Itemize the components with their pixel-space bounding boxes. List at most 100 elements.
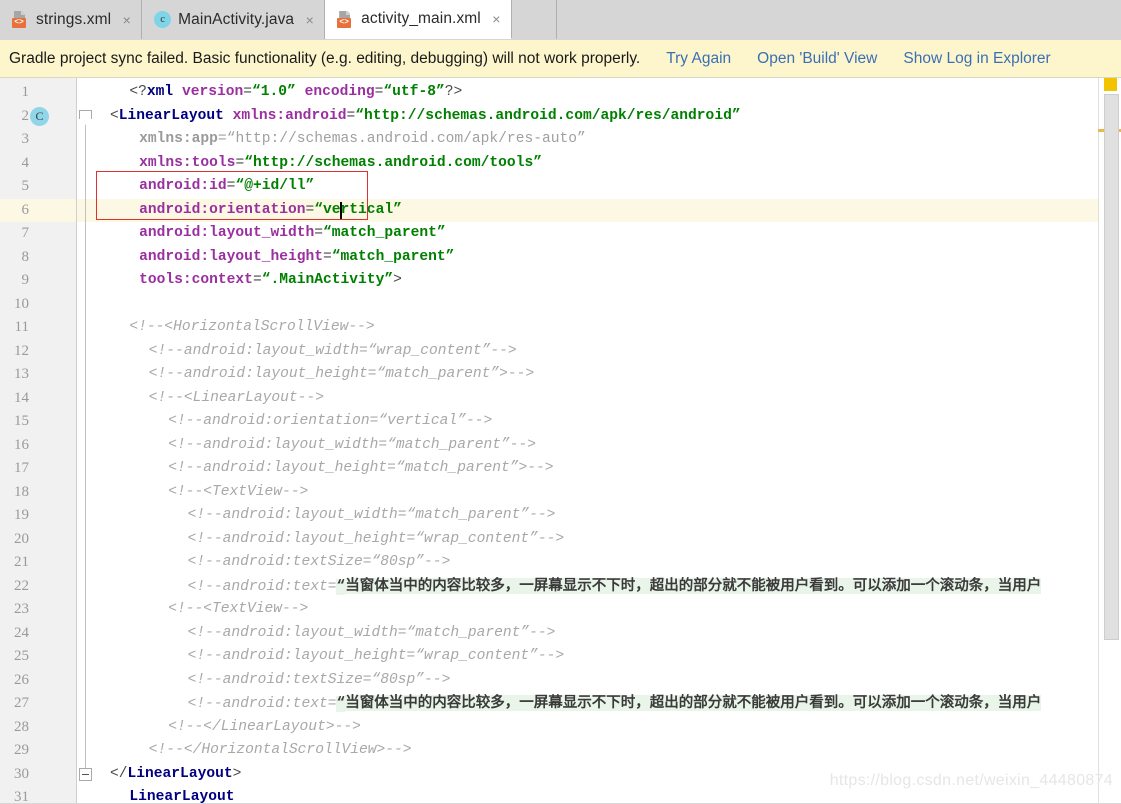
code-token: <!--</HorizontalScrollView>--> — [148, 742, 412, 758]
code-token: </ — [110, 765, 128, 782]
line-number: 7 — [21, 225, 30, 241]
code-line[interactable]: android:layout_height=“match_parent” — [139, 246, 454, 270]
line-number: 13 — [14, 366, 29, 382]
line-number: 25 — [14, 648, 29, 664]
java-class-icon: c — [154, 11, 172, 28]
code-line[interactable]: <LinearLayout xmlns:android=“http://sche… — [110, 105, 741, 129]
xml-file-icon: <> — [337, 10, 354, 28]
code-line[interactable]: <!--android:layout_height=“wrap_content”… — [188, 645, 565, 669]
code-token: “@+id/ll” — [235, 178, 315, 194]
tab-strings-xml[interactable]: <> strings.xml × — [0, 0, 143, 39]
code-line[interactable]: <!--android:layout_width=“match_parent”-… — [168, 434, 536, 458]
code-token: “ — [336, 696, 346, 712]
code-token: “.MainActivity” — [261, 272, 394, 288]
line-number: 16 — [14, 436, 29, 453]
code-token: <!--android:textSize=“80sp”--> — [187, 671, 451, 688]
code-line[interactable]: </LinearLayout> — [110, 763, 241, 787]
code-token: LinearLayout — [118, 107, 224, 124]
code-token: android:layout_width — [139, 225, 315, 241]
line-number: 11 — [14, 319, 29, 335]
tab-activity-main-xml[interactable]: <> activity_main.xml × — [325, 0, 512, 39]
code-line[interactable]: <!--android:text=“当窗体当中的内容比较多，一屏幕显示不下时，超… — [188, 575, 1042, 599]
close-icon[interactable]: × — [491, 12, 502, 26]
code-token: = — [235, 154, 245, 171]
code-token: <!--<LinearLayout--> — [148, 389, 324, 406]
code-line[interactable]: tools:context=“.MainActivity”> — [139, 269, 402, 293]
open-build-view-link[interactable]: Open 'Build' View — [757, 50, 877, 68]
try-again-link[interactable]: Try Again — [666, 50, 731, 68]
code-token: <!--android:layout_width=“wrap_content”-… — [148, 342, 517, 359]
code-token: <!--<TextView--> — [168, 483, 309, 500]
code-line[interactable]: android:orientation=“vertical” — [139, 199, 402, 223]
line-number: 12 — [14, 342, 29, 359]
code-line[interactable]: <!--<TextView--> — [168, 481, 308, 505]
code-line[interactable]: <!--android:orientation=“vertical”--> — [168, 410, 492, 434]
close-icon[interactable]: × — [304, 13, 315, 27]
code-token: <!--android:layout_width=“match_parent”-… — [187, 624, 556, 641]
xml-file-icon: <> — [12, 11, 29, 28]
code-token: “vertical” — [314, 201, 402, 218]
code-line[interactable]: <!--</LinearLayout>--> — [168, 716, 361, 740]
gradle-sync-notification-bar: Gradle project sync failed. Basic functi… — [0, 40, 1121, 78]
code-line[interactable]: <!--</HorizontalScrollView>--> — [149, 739, 412, 763]
code-token: <!--android:text= — [187, 578, 337, 595]
code-line[interactable]: <!--android:layout_width=“match_parent”-… — [188, 622, 556, 646]
code-token: LinearLayout — [129, 789, 235, 804]
code-token: android:layout_height — [139, 248, 324, 265]
tab-bar-filler — [511, 0, 557, 39]
code-line[interactable]: xmlns:app=“http://schemas.android.com/ap… — [139, 128, 586, 152]
code-token: “match_parent” — [331, 248, 455, 265]
code-line[interactable]: <!--android:textSize=“80sp”--> — [188, 551, 451, 575]
code-line[interactable]: LinearLayout — [129, 786, 234, 804]
line-number: 14 — [14, 389, 29, 406]
code-line[interactable]: <!--android:layout_width=“wrap_content”-… — [149, 340, 517, 364]
code-line[interactable]: <!--android:layout_height=“wrap_content”… — [188, 528, 565, 552]
line-number: 23 — [14, 601, 29, 617]
code-line[interactable]: android:id=“@+id/ll” — [139, 175, 314, 199]
code-line[interactable]: <!--android:layout_height=“match_parent”… — [168, 457, 553, 481]
line-number: 24 — [14, 624, 29, 641]
code-token: xmlns:app — [139, 131, 218, 147]
code-line[interactable]: <!--android:text=“当窗体当中的内容比较多，一屏幕显示不下时，超… — [188, 692, 1042, 716]
code-token: tools:context — [139, 272, 253, 288]
line-number: 5 — [21, 178, 30, 194]
line-number: 18 — [14, 483, 29, 500]
code-token: xmlns:android — [232, 107, 347, 124]
line-number: 30 — [14, 765, 29, 782]
code-line[interactable]: <!--android:layout_height=“match_parent”… — [149, 363, 534, 387]
tab-mainactivity-java[interactable]: c MainActivity.java × — [142, 0, 326, 39]
code-line[interactable]: <!--android:textSize=“80sp”--> — [188, 669, 451, 693]
code-token: <!--android:layout_height=“match_parent”… — [168, 460, 554, 476]
code-token: <!--android:textSize=“80sp”--> — [187, 554, 451, 570]
code-token: = — [217, 131, 227, 147]
code-token: “http://schemas.android.com/tools” — [244, 154, 542, 171]
line-number: 20 — [14, 530, 29, 547]
show-log-in-explorer-link[interactable]: Show Log in Explorer — [903, 50, 1050, 68]
code-token: > — [393, 272, 402, 288]
code-token: android:id — [139, 178, 227, 194]
code-line[interactable]: <?xml version=“1.0” encoding=“utf-8”?> — [129, 81, 462, 105]
code-line[interactable]: xmlns:tools=“http://schemas.android.com/… — [139, 152, 542, 176]
code-token: “http://schemas.android.com/apk/res/andr… — [355, 107, 741, 124]
code-line[interactable]: <!--<LinearLayout--> — [149, 387, 324, 411]
code-line[interactable]: <!--<TextView--> — [168, 598, 308, 622]
android-studio-editor-window: <> strings.xml × c MainActivity.java × <… — [0, 0, 1121, 804]
code-token: “http://schemas.android.com/apk/res-auto… — [226, 131, 586, 147]
code-token: = — [314, 225, 324, 241]
code-token: <!--</LinearLayout>--> — [168, 718, 361, 735]
line-number: 1 — [21, 84, 30, 100]
code-line[interactable]: <!--<HorizontalScrollView--> — [129, 316, 374, 340]
tab-bar-empty-area — [556, 0, 1121, 40]
code-token: <? — [129, 84, 147, 100]
code-editor[interactable]: 1 2 3 4 5 6 7 8 9 10 11 12 13 14 15 16 17 18 19 20 21 22 23 24 2… — [0, 78, 1121, 804]
code-line[interactable]: android:layout_width=“match_parent” — [139, 222, 446, 246]
line-number-column: 1 2 3 4 5 6 7 8 9 10 11 12 13 14 15 16 17 18 19 20 21 22 23 24 2… — [0, 78, 76, 804]
close-icon[interactable]: × — [121, 13, 132, 27]
code-token: “match_parent” — [323, 225, 446, 241]
code-text-area[interactable]: <?xml version=“1.0” encoding=“utf-8”?> <L… — [77, 78, 1121, 804]
line-number: 10 — [14, 295, 29, 312]
code-line[interactable]: <!--android:layout_width=“match_parent”-… — [188, 504, 556, 528]
line-number: 9 — [21, 272, 30, 288]
line-number: 27 — [14, 695, 29, 711]
